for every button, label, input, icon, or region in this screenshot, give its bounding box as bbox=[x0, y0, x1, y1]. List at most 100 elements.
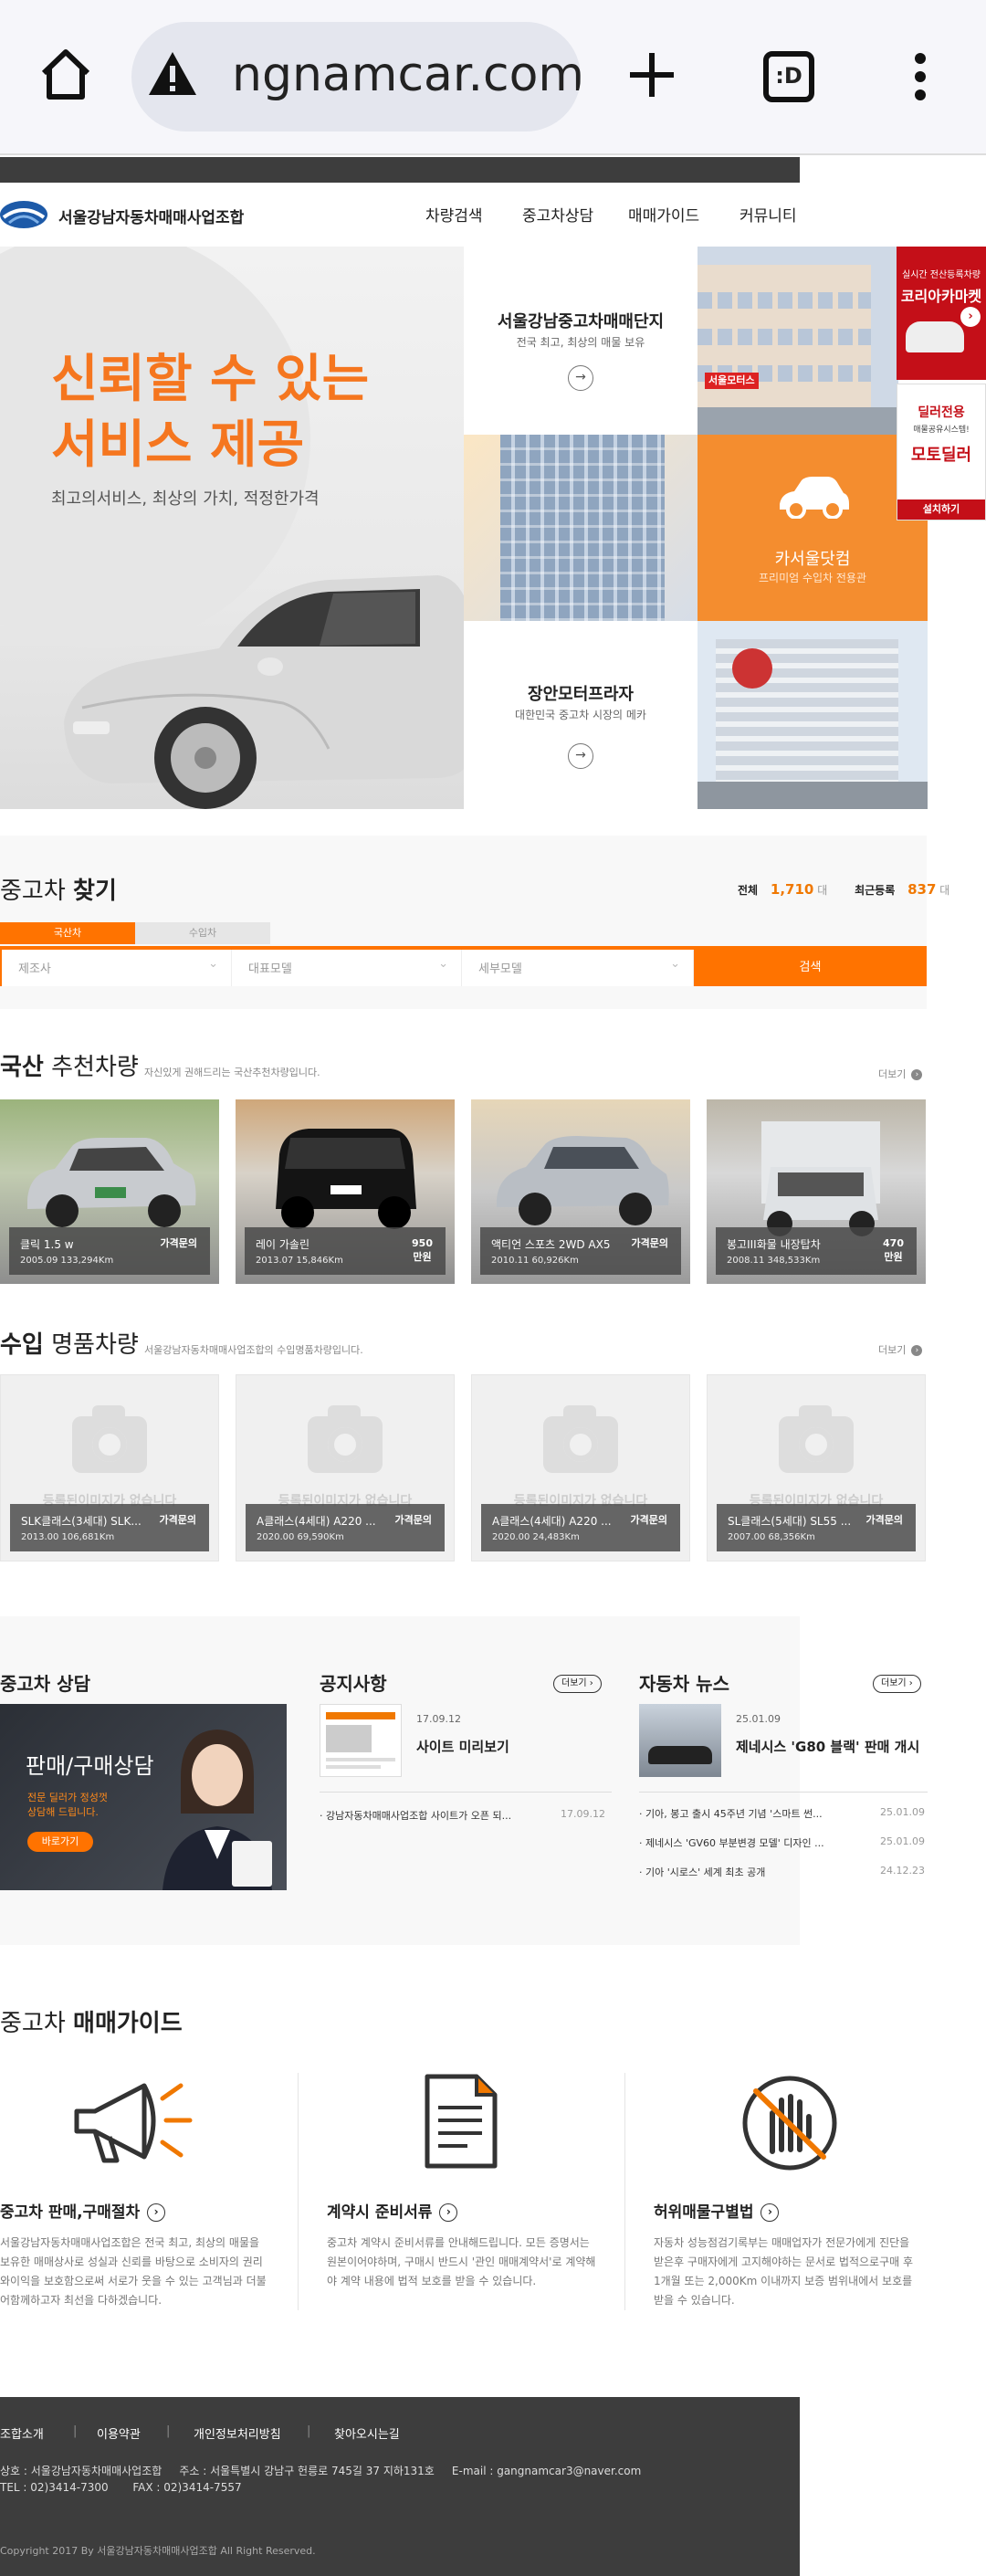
tile-carseoul-sub: 프리미엄 수입차 전용관 bbox=[758, 572, 867, 584]
tile-carseoul-title: 카서울닷컴 bbox=[774, 550, 851, 569]
domestic-car-card[interactable]: 레이 가솔린 2013.07 15,846Km 950 만원 bbox=[236, 1099, 455, 1284]
chevron-right-icon: › bbox=[439, 2203, 458, 2222]
hero-headline-1: 신뢰할 수 있는 bbox=[51, 350, 370, 409]
warning-icon[interactable] bbox=[146, 49, 199, 99]
logo-icon[interactable] bbox=[0, 201, 47, 228]
news-list-date: 25.01.09 bbox=[880, 1806, 925, 1818]
tile-building-photo-3[interactable] bbox=[698, 621, 928, 809]
ad2-install-button[interactable]: 설치하기 bbox=[897, 499, 985, 520]
total-label: 전체 bbox=[738, 884, 759, 897]
news-thumbnail[interactable] bbox=[639, 1704, 721, 1777]
chevron-down-icon: ⌄ bbox=[438, 957, 448, 971]
more-vert-icon[interactable] bbox=[909, 51, 931, 102]
address-bar[interactable]: ngnamcar.com bbox=[131, 22, 581, 131]
car-photo bbox=[27, 1138, 196, 1227]
tile-jangan[interactable]: 장안모터프라자 대한민국 중고차 시장의 메카 → bbox=[464, 621, 698, 809]
ad2-line2: 매물공유시스템! bbox=[913, 426, 970, 435]
plus-icon[interactable] bbox=[626, 49, 677, 100]
imported-car-card[interactable]: 등록된이미지가 없습니다 A클래스(4세대) A220 ... 2020.00 6… bbox=[236, 1374, 455, 1561]
footer-link-privacy[interactable]: 개인정보처리방침 bbox=[194, 2424, 281, 2442]
model-select[interactable]: 대표모델 ⌄ bbox=[232, 950, 462, 986]
logo-text[interactable]: 서울강남자동차매매사업조합 bbox=[58, 205, 244, 227]
arrow-right-icon[interactable]: → bbox=[568, 743, 593, 769]
ad-korea-carmarket[interactable]: 실시간 전산등록차량 코리아카마켓 › bbox=[897, 247, 986, 380]
footer-link-about[interactable]: 조합소개 bbox=[0, 2424, 44, 2442]
notice-thumbnail[interactable] bbox=[320, 1704, 402, 1777]
url-text: ngnamcar.com bbox=[232, 47, 581, 102]
document-icon bbox=[425, 2074, 498, 2169]
search-title-light: 중고차 bbox=[0, 878, 66, 905]
search-title-bold: 찾기 bbox=[73, 878, 117, 905]
guide-item-title[interactable]: 허위매물구별법 › bbox=[654, 2199, 780, 2222]
news-list-item[interactable]: · 기아, 봉고 출시 45주년 기념 '스마트 썬... bbox=[639, 1806, 823, 1821]
ad1-line1: 실시간 전산등록차량 bbox=[902, 270, 981, 280]
chevron-right-icon: › bbox=[589, 1678, 593, 1688]
consult-banner[interactable]: 판매/구매상담 전문 딜러가 정성껏 상담해 드립니다. 바로가기 bbox=[0, 1704, 287, 1890]
chevron-right-icon: › bbox=[147, 2203, 166, 2222]
consultant-photo bbox=[163, 1730, 272, 1890]
notice-list-item[interactable]: · 강남자동차매매사업조합 사이트가 오픈 되... bbox=[320, 1808, 511, 1823]
guide-item-title[interactable]: 중고차 판매,구매절차 › bbox=[0, 2199, 166, 2222]
imported-car-card[interactable]: 등록된이미지가 없습니다 SL클래스(5세대) SL55 ... 2007.00 … bbox=[707, 1374, 926, 1561]
tile-carseoul[interactable]: 카서울닷컴 프리미엄 수입차 전용관 bbox=[698, 435, 928, 621]
tab-imported[interactable]: 수입차 bbox=[135, 922, 270, 944]
hero-subline: 최고의서비스, 최상의 가치, 적정한가격 bbox=[51, 489, 320, 509]
tile-building-photo-1[interactable]: 서울모터스 bbox=[698, 247, 898, 435]
news-list-item[interactable]: · 제네시스 'GV60 부분변경 모델' 디자인 ... bbox=[639, 1835, 824, 1850]
nav-guide[interactable]: 매매가이드 bbox=[628, 203, 699, 226]
news-more-button[interactable]: 더보기 › bbox=[873, 1675, 921, 1693]
home-icon[interactable] bbox=[38, 46, 93, 102]
domestic-title-bold: 국산 bbox=[0, 1054, 44, 1081]
guide-title-bold: 매매가이드 bbox=[73, 2010, 183, 2037]
footer-link-directions[interactable]: 찾아오시는길 bbox=[334, 2424, 400, 2442]
imported-more-link[interactable]: 더보기 › bbox=[878, 1342, 923, 1357]
tab-switcher-icon[interactable]: :D bbox=[763, 51, 814, 102]
news-list-date: 25.01.09 bbox=[880, 1835, 925, 1847]
footer-address: 상호 : 서울강남자동차매매사업조합 주소 : 서울특별시 강남구 헌릉로 74… bbox=[0, 2465, 642, 2477]
news-list-item[interactable]: · 기아 '시로스' 세계 최초 공개 bbox=[639, 1865, 765, 1879]
maker-select[interactable]: 제조사 ⌄ bbox=[2, 950, 232, 986]
news-featured-date: 25.01.09 bbox=[736, 1713, 781, 1725]
news-featured-title[interactable]: 제네시스 'G80 블랙' 판매 개시 bbox=[736, 1737, 919, 1756]
imported-car-card[interactable]: 등록된이미지가 없습니다 SLK클래스(3세대) SLK... 2013.00 1… bbox=[0, 1374, 219, 1561]
ad1-car-image bbox=[906, 321, 964, 352]
chevron-down-icon: ⌄ bbox=[208, 957, 218, 971]
imported-title-bold: 수입 bbox=[0, 1331, 44, 1359]
footer-copyright: Copyright 2017 By 서울강남자동차매매사업조합 All Righ… bbox=[0, 2545, 316, 2557]
ad2-line3: 모토딜러 bbox=[910, 446, 972, 465]
recent-label: 최근등록 bbox=[855, 884, 896, 897]
notice-more-button[interactable]: 더보기 › bbox=[553, 1675, 602, 1693]
detail-model-select[interactable]: 세부모델 ⌄ bbox=[462, 950, 694, 986]
domestic-car-card[interactable]: 액티언 스포츠 2WD AX5 2010.11 60,926Km 가격문의 bbox=[471, 1099, 690, 1284]
search-stats: 전체 1,710 대 최근등록 837 대 bbox=[738, 881, 949, 898]
tile-complex[interactable]: 서울강남중고차매매단지 전국 최고, 최상의 매물 보유 → bbox=[464, 247, 698, 435]
recent-unit: 대 bbox=[939, 884, 950, 897]
hero-banner: 신뢰할 수 있는 서비스 제공 최고의서비스, 최상의 가치, 적정한가격 bbox=[0, 247, 464, 809]
nav-consult[interactable]: 중고차상담 bbox=[522, 203, 593, 226]
imported-car-card[interactable]: 등록된이미지가 없습니다 A클래스(4세대) A220 ... 2020.00 2… bbox=[471, 1374, 690, 1561]
notice-featured-title[interactable]: 사이트 미리보기 bbox=[416, 1737, 509, 1756]
arrow-right-icon[interactable]: → bbox=[568, 365, 593, 391]
camera-icon bbox=[543, 1405, 618, 1473]
domestic-more-link[interactable]: 더보기 › bbox=[878, 1067, 923, 1081]
footer-link-terms[interactable]: 이용약관 bbox=[97, 2424, 141, 2442]
arrow-right-icon[interactable]: › bbox=[960, 307, 981, 327]
consult-banner-text-1: 전문 딜러가 정성껏 bbox=[27, 1792, 108, 1803]
consult-go-button[interactable]: 바로가기 bbox=[27, 1832, 93, 1852]
domestic-car-card[interactable]: 클릭 1.5 w 2005.09 133,294Km 가격문의 bbox=[0, 1099, 219, 1284]
total-count: 1,710 bbox=[770, 881, 814, 898]
ad-motodealer[interactable]: 딜러전용 매물공유시스템! 모토딜러 설치하기 bbox=[897, 384, 986, 520]
footer-tel: TEL : 02)3414-7300 FAX : 02)3414-7557 bbox=[0, 2481, 242, 2494]
nav-community[interactable]: 커뮤니티 bbox=[740, 203, 797, 226]
guide-item-title[interactable]: 계약시 준비서류 › bbox=[327, 2199, 458, 2222]
browser-toolbar: ngnamcar.com :D bbox=[0, 0, 986, 155]
search-button[interactable]: 검색 bbox=[696, 950, 925, 986]
domestic-car-card[interactable]: 봉고III화물 내장탑차 2008.11 348,533Km 470 만원 bbox=[707, 1099, 926, 1284]
hero-headline-2: 서비스 제공 bbox=[51, 415, 305, 475]
site-footer: 조합소개 | 이용약관 | 개인정보처리방침 | 찾아오시는길 상호 : 서울강… bbox=[0, 2397, 800, 2576]
camera-icon bbox=[308, 1405, 383, 1473]
tile-building-photo-2[interactable] bbox=[464, 435, 698, 621]
tab-domestic[interactable]: 국산차 bbox=[0, 922, 135, 944]
domestic-desc: 자신있게 권해드리는 국산추천차량입니다. bbox=[144, 1067, 320, 1078]
nav-car-search[interactable]: 차량검색 bbox=[425, 203, 483, 226]
